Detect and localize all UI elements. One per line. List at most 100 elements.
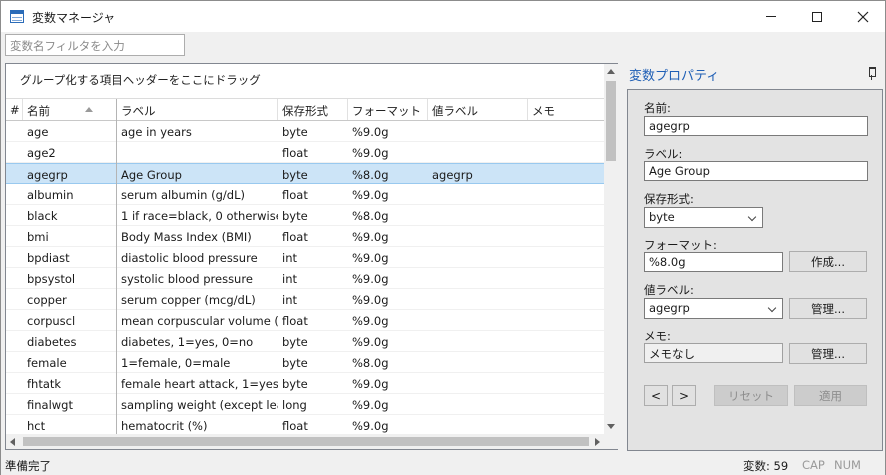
cell-format: %9.0g: [352, 314, 389, 328]
table-row[interactable]: bmi Body Mass Index (BMI) float %9.0g: [6, 226, 604, 247]
apply-button[interactable]: 適用: [794, 385, 867, 406]
note-field: メモなし: [644, 343, 783, 363]
create-format-button[interactable]: 作成...: [789, 251, 867, 272]
table-row[interactable]: black 1 if race=black, 0 otherwise byte %8.…: [6, 205, 604, 226]
variable-filter-input[interactable]: 変数名フィルタを入力: [5, 34, 185, 56]
cell-label: 1=female, 0=male: [121, 356, 231, 370]
cell-vlabel: [428, 205, 528, 225]
table-row[interactable]: bpdiast diastolic blood pressure int %9.0g: [6, 247, 604, 268]
name-field-label: 名前:: [644, 101, 671, 115]
cell-name: finalwgt: [27, 398, 73, 412]
cell-type: int: [282, 251, 297, 265]
column-header-note[interactable]: メモ: [528, 99, 604, 120]
column-header-format[interactable]: フォーマット: [348, 99, 428, 120]
variable-manager-window: 変数マネージャ 変数名フィルタを入力 グループ化する項目ヘッダーをここにドラッグ…: [0, 0, 886, 475]
close-button[interactable]: [840, 1, 886, 32]
table-row[interactable]: age age in years byte %9.0g: [6, 121, 604, 142]
vertical-scroll-thumb[interactable]: [606, 81, 616, 161]
table-row[interactable]: corpuscl mean corpuscular volume (f... flo…: [6, 310, 604, 331]
table-icon: [10, 10, 24, 23]
group-by-drop-area[interactable]: グループ化する項目ヘッダーをここにドラッグ: [6, 64, 604, 99]
cell-name: copper: [27, 293, 67, 307]
note-field-label: メモ:: [644, 329, 671, 343]
cell-name: fhtatk: [27, 377, 62, 391]
reset-button[interactable]: リセット: [714, 385, 788, 406]
format-field[interactable]: %8.0g: [644, 252, 783, 272]
previous-variable-button[interactable]: <: [644, 385, 668, 406]
column-header-label[interactable]: ラベル: [117, 99, 278, 120]
cell-label: sampling weight (except lea...: [121, 398, 278, 412]
column-header-name[interactable]: 名前: [23, 99, 117, 120]
cell-format: %9.0g: [352, 230, 389, 244]
column-divider: [116, 99, 117, 434]
cell-vlabel: [428, 247, 528, 267]
table-row[interactable]: bpsystol systolic blood pressure int %9.0g: [6, 268, 604, 289]
horizontal-scroll-thumb[interactable]: [23, 437, 589, 446]
num-lock-indicator: NUM: [834, 458, 861, 472]
cell-type: byte: [282, 335, 308, 349]
cell-note: [528, 394, 604, 414]
table-row[interactable]: finalwgt sampling weight (except lea... lo…: [6, 394, 604, 415]
pin-icon[interactable]: [867, 67, 877, 81]
scroll-up-icon[interactable]: [607, 69, 615, 74]
storage-type-value: byte: [649, 210, 675, 224]
cell-label: diastolic blood pressure: [121, 251, 258, 265]
value-label-select[interactable]: agegrp: [644, 298, 783, 319]
name-field[interactable]: agegrp: [644, 116, 868, 136]
maximize-button[interactable]: [794, 1, 840, 32]
chevron-down-icon: [747, 212, 757, 222]
cell-type: int: [282, 293, 297, 307]
storage-type-select[interactable]: byte: [644, 207, 763, 228]
cell-vlabel: [428, 415, 528, 434]
cell-note: [528, 121, 604, 141]
table-row[interactable]: diabetes diabetes, 1=yes, 0=no byte %9.0g: [6, 331, 604, 352]
cell-format: %9.0g: [352, 419, 389, 433]
horizontal-scrollbar[interactable]: [6, 434, 604, 449]
scroll-down-icon[interactable]: [607, 424, 615, 429]
vertical-scrollbar[interactable]: [604, 64, 618, 434]
table-row[interactable]: albumin serum albumin (g/dL) float %9.0g: [6, 184, 604, 205]
status-ready: 準備完了: [5, 459, 51, 473]
cell-note: [528, 142, 604, 162]
table-row[interactable]: copper serum copper (mcg/dL) int %9.0g: [6, 289, 604, 310]
table-row[interactable]: fhtatk female heart attack, 1=yes,2... byt…: [6, 373, 604, 394]
cell-note: [528, 247, 604, 267]
scrollbar-corner: [604, 434, 618, 449]
close-icon: [857, 11, 869, 22]
minimize-button[interactable]: [748, 1, 794, 32]
table-row[interactable]: hct hematocrit (%) float %9.0g: [6, 415, 604, 434]
label-field-label: ラベル:: [644, 147, 683, 161]
sort-ascending-icon: [85, 107, 93, 112]
scroll-left-icon[interactable]: [10, 438, 15, 446]
manage-value-labels-button[interactable]: 管理...: [789, 298, 867, 319]
cell-note: [528, 184, 604, 204]
table-row[interactable]: age2 float %9.0g: [6, 142, 604, 163]
column-header-index[interactable]: #: [6, 99, 23, 120]
table-row[interactable]: agegrp Age Group byte %8.0g agegrp: [6, 163, 604, 184]
cell-format: %9.0g: [352, 335, 389, 349]
cell-label: mean corpuscular volume (f...: [121, 314, 278, 328]
grid-rows: age age in years byte %9.0g age2 float %9.0g ag…: [6, 121, 604, 434]
label-field[interactable]: Age Group: [644, 161, 868, 181]
cell-format: %8.0g: [352, 168, 389, 182]
cell-label: diabetes, 1=yes, 0=no: [121, 335, 254, 349]
column-header-value-label[interactable]: 値ラベル: [428, 99, 528, 120]
cell-type: float: [282, 188, 308, 202]
cell-note: [528, 164, 604, 184]
title-bar[interactable]: 変数マネージャ: [1, 1, 885, 32]
cell-type: byte: [282, 125, 308, 139]
format-field-label: フォーマット:: [644, 238, 717, 252]
cell-vlabel: [428, 268, 528, 288]
column-header-type[interactable]: 保存形式: [278, 99, 348, 120]
cell-name: female: [27, 356, 67, 370]
table-row[interactable]: female 1=female, 0=male byte %8.0g: [6, 352, 604, 373]
scroll-right-icon[interactable]: [595, 438, 600, 446]
cell-vlabel: [428, 352, 528, 372]
manage-notes-button[interactable]: 管理...: [789, 343, 867, 364]
cell-vlabel: [428, 310, 528, 330]
cell-format: %9.0g: [352, 398, 389, 412]
cell-name: black: [27, 209, 58, 223]
cell-note: [528, 310, 604, 330]
cell-vlabel: [428, 289, 528, 309]
next-variable-button[interactable]: >: [672, 385, 696, 406]
